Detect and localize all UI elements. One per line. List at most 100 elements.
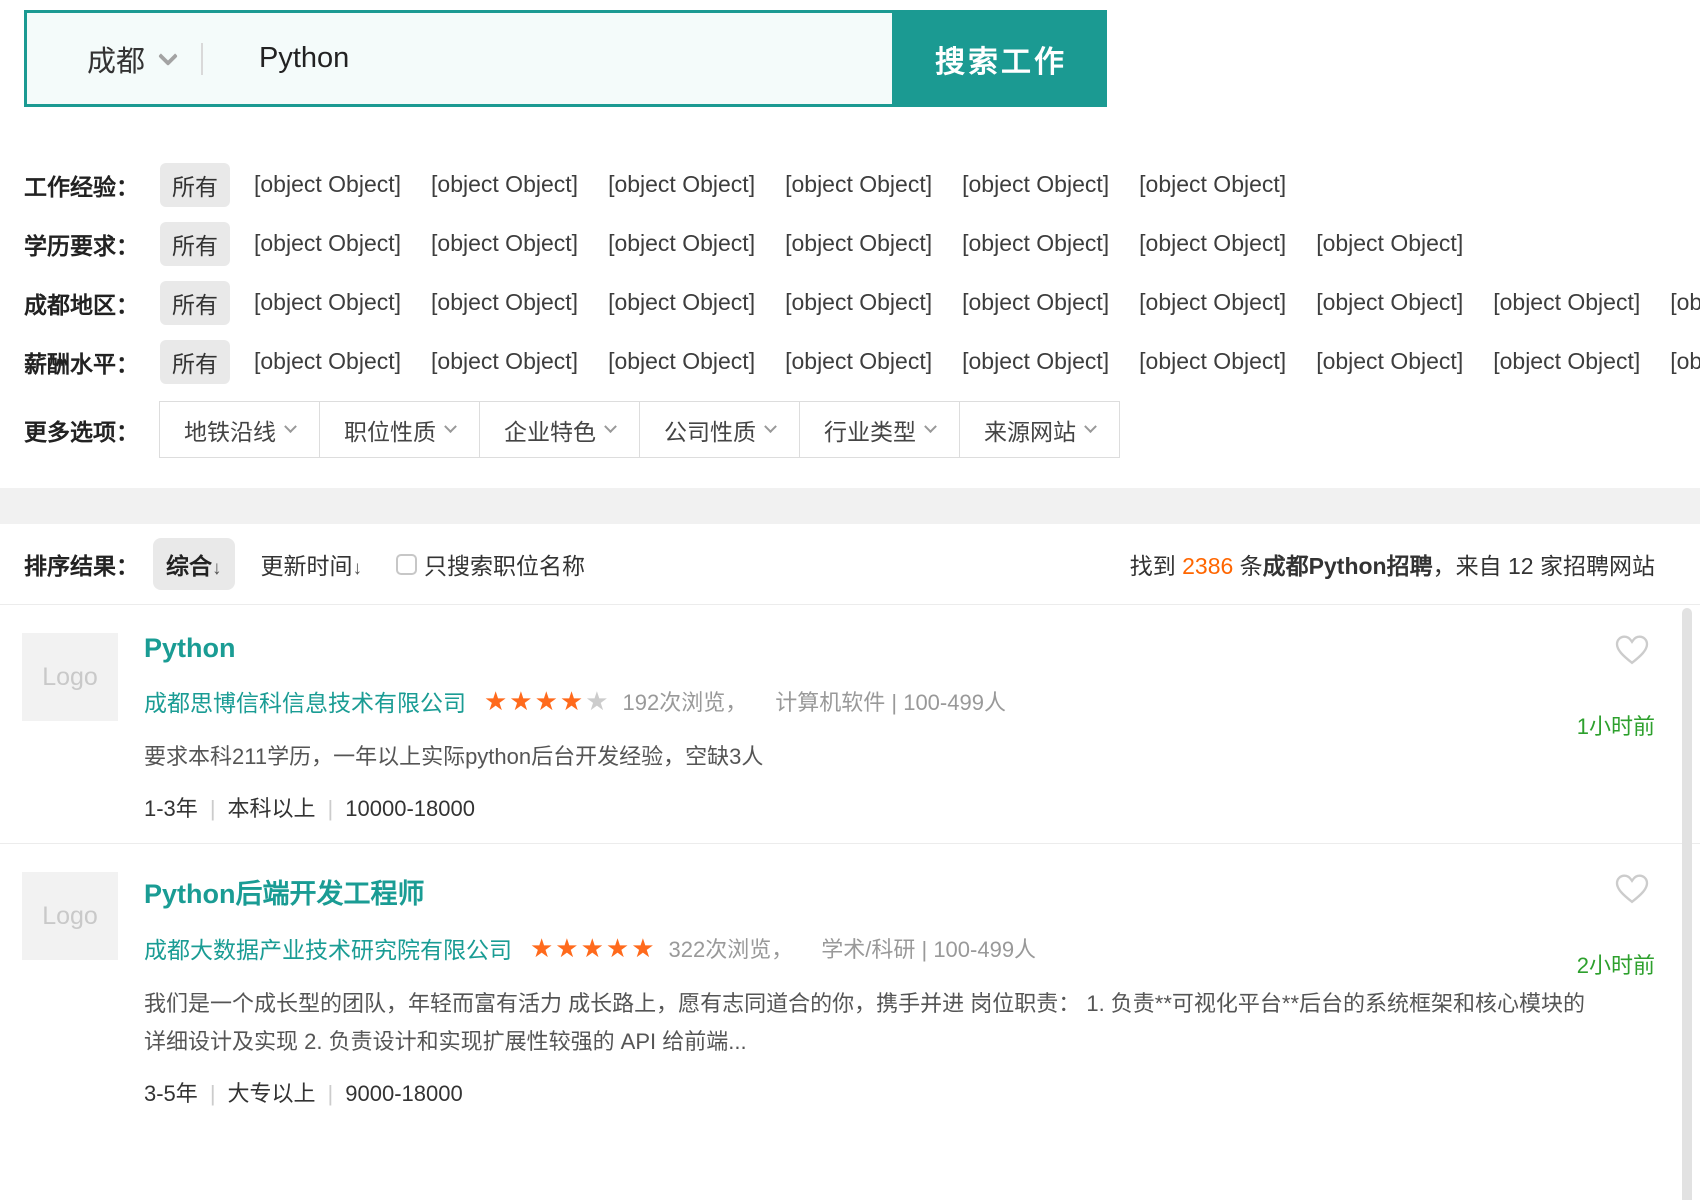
more-options-row: 更多选项： 地铁沿线 职位性质 企业特色 公司性质 行业类型 来源网站 [24,401,1700,458]
filter-options: [object Object] [object Object] [object Ob… [254,348,1700,375]
filter-row: 薪酬水平： 所有 [object Object][object Object][… [24,332,1700,391]
sort-updated-button[interactable]: 更新时间↓ [261,547,363,581]
filter-option[interactable]: [object Object] [254,171,401,198]
filter-options: [object Object] [object Object] [object Ob… [254,230,1493,257]
filter-option[interactable]: [object Object] [962,289,1109,316]
job-company-row: 成都思博信科信息技术有限公司 ★★★★★ 192次浏览， 计算机软件 | 100… [144,684,1655,718]
filter-option[interactable]: [object Object] [1139,289,1286,316]
filter-row: 工作经验： 所有 [object Object][object Object][… [24,155,1700,214]
filter-option[interactable]: [object Object] [608,171,755,198]
job-title-link[interactable]: Python [144,633,236,664]
filter-selected-pill[interactable]: 所有 [160,281,230,325]
filter-option[interactable]: [object Object] [785,289,932,316]
filter-dropdown[interactable]: 地铁沿线 [159,401,320,458]
filter-option[interactable]: [object Object] [1493,289,1640,316]
filter-option[interactable]: [object Object] [431,348,578,375]
star-filled-icon: ★★★★ [484,686,585,716]
filter-option[interactable]: [object Object] [254,348,401,375]
favorite-heart-icon[interactable] [1612,629,1652,669]
sort-composite-button[interactable]: 综合↓ [153,538,235,590]
filter-option[interactable]: [object Object] [1139,348,1286,375]
separator: | [328,796,334,821]
filter-option[interactable]: [object Object] [962,230,1109,257]
result-highlight: 成都Python招聘 [1263,553,1433,579]
result-prefix: 找到 [1130,553,1182,579]
filter-dropdown[interactable]: 企业特色 [479,401,640,458]
company-category: 计算机软件 | 100-499人 [775,685,1006,717]
filter-dropdown-label: 来源网站 [984,413,1076,447]
filter-option[interactable]: [object Object] [254,289,401,316]
chevron-down-icon [284,420,297,433]
arrow-down-icon: ↓ [353,558,363,579]
filter-option[interactable]: [object Object] [431,171,578,198]
filter-option[interactable]: [object Object] [254,230,401,257]
filter-dropdown-label: 地铁沿线 [184,413,276,447]
filter-options: [object Object] [object Object] [object Ob… [254,289,1700,316]
scrollbar-thumb[interactable] [1682,608,1692,1200]
city-selector[interactable]: 成都 [27,38,201,80]
job-description: 我们是一个成长型的团队，年轻而富有活力 成长路上，愿有志同道合的你，携手并进 岗… [144,985,1594,1060]
company-link[interactable]: 成都大数据产业技术研究院有限公司 [144,931,512,965]
filter-dropdown[interactable]: 行业类型 [799,401,960,458]
filter-option[interactable]: [object Object] [431,289,578,316]
filter-option[interactable]: [object Object] [608,289,755,316]
more-options-label: 更多选项： [24,413,160,447]
filter-option[interactable]: [object Object] [962,171,1109,198]
job-experience: 1-3年 [144,796,198,821]
chevron-down-icon [924,420,937,433]
sort-composite-label: 综合 [166,553,212,579]
filter-selected-pill[interactable]: 所有 [160,222,230,266]
result-number: 2386 [1182,553,1233,579]
filter-dropdown[interactable]: 职位性质 [319,401,480,458]
company-logo[interactable]: Logo [22,872,118,960]
job-education: 大专以上 [228,1081,316,1106]
filter-dropdown[interactable]: 来源网站 [959,401,1120,458]
filter-option[interactable]: [object Object] [431,230,578,257]
section-divider-band [0,488,1700,524]
search-button[interactable]: 搜索工作 [895,10,1107,107]
filter-option[interactable]: [object Object] [1670,289,1700,316]
job-meta: 1-3年|本科以上|10000-18000 [144,791,1655,823]
company-category: 学术/科研 | 100-499人 [821,932,1036,964]
filter-option[interactable]: [object Object] [785,348,932,375]
filter-option[interactable]: [object Object] [1316,348,1463,375]
chevron-down-icon [158,46,178,66]
favorite-heart-icon[interactable] [1612,868,1652,908]
filter-option[interactable]: [object Object] [962,348,1109,375]
posted-time: 1小时前 [1577,709,1655,741]
filter-option[interactable]: [object Object] [608,230,755,257]
filter-selected-pill[interactable]: 所有 [160,163,230,207]
separator: | [210,1081,216,1106]
posted-time: 2小时前 [1577,948,1655,980]
separator: | [210,796,216,821]
job-experience: 3-5年 [144,1081,198,1106]
job-company-row: 成都大数据产业技术研究院有限公司 ★★★★★ 322次浏览， 学术/科研 | 1… [144,931,1655,965]
company-link[interactable]: 成都思博信科信息技术有限公司 [144,684,466,718]
company-logo[interactable]: Logo [22,633,118,721]
filter-option[interactable]: [object Object] [785,230,932,257]
filter-option[interactable]: [object Object] [1493,348,1640,375]
filter-option[interactable]: [object Object] [1316,230,1463,257]
dropdown-group: 地铁沿线 职位性质 企业特色 公司性质 行业类型 来源网站 [160,401,1120,458]
filter-row: 学历要求： 所有 [object Object][object Object][… [24,214,1700,273]
search-input[interactable]: Python [259,42,349,75]
job-list: Logo Python 成都思博信科信息技术有限公司 ★★★★★ 192次浏览，… [0,604,1700,1128]
filter-option[interactable]: [object Object] [1139,230,1286,257]
filter-option[interactable]: [object Object] [1670,348,1700,375]
filter-option[interactable]: [object Object] [1139,171,1286,198]
filter-panel: 工作经验： 所有 [object Object][object Object][… [24,155,1700,391]
filter-option[interactable]: [object Object] [608,348,755,375]
filter-option[interactable]: [object Object] [785,171,932,198]
filter-option[interactable]: [object Object] [1316,289,1463,316]
job-body: Python 成都思博信科信息技术有限公司 ★★★★★ 192次浏览， 计算机软… [144,627,1655,823]
job-title-link[interactable]: Python后端开发工程师 [144,872,425,911]
filter-dropdown-label: 公司性质 [664,413,756,447]
title-only-checkbox[interactable] [396,554,417,575]
filter-dropdown[interactable]: 公司性质 [639,401,800,458]
filter-label: 成都地区： [24,286,160,320]
title-only-checkbox-label[interactable]: 只搜索职位名称 [424,547,585,581]
chevron-down-icon [1084,420,1097,433]
filter-label: 薪酬水平： [24,345,160,379]
filter-dropdown-label: 企业特色 [504,413,596,447]
filter-selected-pill[interactable]: 所有 [160,340,230,384]
